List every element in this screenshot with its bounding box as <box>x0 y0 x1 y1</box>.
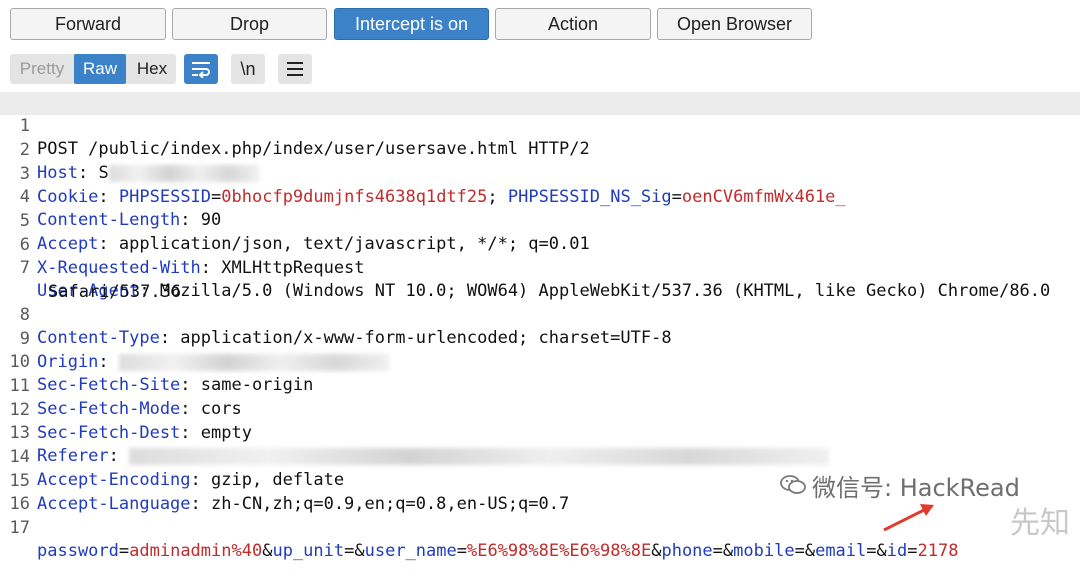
action-button[interactable]: Action <box>495 8 651 40</box>
content-type-header: 8 Content-Type: application/x-www-form-u… <box>19 305 672 348</box>
request-line: 1 POST /public/index.php/index/user/user… <box>0 92 1080 159</box>
host-header: 2 Host: S <box>0 116 259 183</box>
blank-line: 16 <box>9 494 30 514</box>
view-mode-group: Pretty Raw Hex <box>10 54 176 84</box>
proxy-toolbar: Forward Drop Intercept is on Action Open… <box>0 0 1080 50</box>
accept-header: 5 Accept: application/json, text/javascr… <box>19 211 590 254</box>
raw-tab[interactable]: Raw <box>74 54 126 84</box>
redacted-referer <box>129 447 830 465</box>
forward-button[interactable]: Forward <box>10 8 166 40</box>
origin-header: 9 Origin: <box>0 305 389 372</box>
accept-encoding-header: 14 Accept-Encoding: gzip, deflate <box>9 447 345 490</box>
wrap-icon[interactable] <box>184 54 218 84</box>
message-view-bar: Pretty Raw Hex <box>0 50 1080 90</box>
sec-fetch-site-header: 10 Sec-Fetch-Site: same-origin <box>9 352 314 395</box>
cookie-header: 3 Cookie: PHPSESSID=0bhocfp9dumjnfs4638q… <box>19 164 846 207</box>
request-body: 17 password=adminadmin%40&up_unit=&user_… <box>9 518 959 561</box>
id-param-value: 2178 <box>917 541 959 561</box>
corner-watermark: 先知 <box>1010 506 1070 541</box>
wechat-icon <box>780 474 806 502</box>
drop-button[interactable]: Drop <box>172 8 327 40</box>
redacted-origin <box>118 353 389 371</box>
hex-tab[interactable]: Hex <box>128 54 176 84</box>
raw-request-editor[interactable]: 1 POST /public/index.php/index/user/user… <box>0 90 1080 561</box>
accept-language-header: 15 Accept-Language: zh-CN,zh;q=0.9,en;q=… <box>9 471 570 514</box>
user-agent-continuation: Safari/537.36 <box>48 282 182 302</box>
open-browser-button[interactable]: Open Browser <box>657 8 812 40</box>
id-param-key: id <box>886 541 908 561</box>
x-requested-with-header: 6 X-Requested-With: XMLHttpRequest <box>19 235 365 278</box>
sec-fetch-dest-header: 12 Sec-Fetch-Dest: empty <box>9 400 252 443</box>
redacted-host <box>108 164 259 182</box>
arrow-annotation <box>883 504 934 532</box>
intercept-toggle-button[interactable]: Intercept is on <box>334 8 489 40</box>
pretty-tab[interactable]: Pretty <box>10 54 74 84</box>
menu-icon[interactable] <box>278 54 312 84</box>
user-agent-header: 7 User-Agent: Mozilla/5.0 (Windows NT 10… <box>19 258 1051 301</box>
sec-fetch-mode-header: 11 Sec-Fetch-Mode: cors <box>9 376 242 419</box>
referer-header: 13 Referer: <box>0 399 830 466</box>
content-length-header: 4 Content-Length: 90 <box>19 187 222 230</box>
newline-toggle-button[interactable]: \n <box>231 54 265 84</box>
